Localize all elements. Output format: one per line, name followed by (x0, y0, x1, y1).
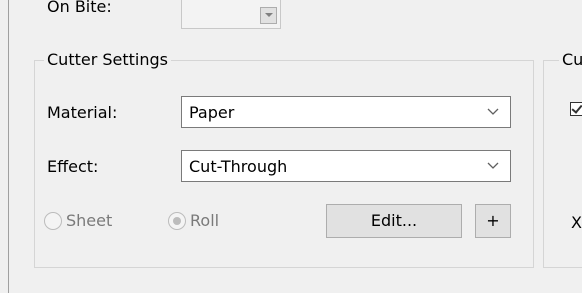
chevron-down-icon (487, 108, 499, 115)
roll-radio-label: Roll (190, 211, 220, 230)
sheet-radio-label: Sheet (66, 211, 113, 230)
effect-select-value: Cut-Through (189, 157, 288, 176)
checkbox[interactable] (570, 102, 582, 116)
edit-button[interactable]: Edit... (326, 204, 462, 238)
right-group (543, 60, 582, 268)
add-button[interactable]: + (475, 204, 511, 238)
triangle-down-icon[interactable] (260, 7, 277, 24)
material-select[interactable]: Paper (181, 96, 511, 128)
roll-radio[interactable] (168, 212, 186, 230)
material-select-value: Paper (189, 103, 235, 122)
effect-label: Effect: (47, 157, 99, 176)
panel-left-edge (8, 0, 9, 293)
sheet-radio[interactable] (44, 212, 62, 230)
right-group-row-label: X (571, 213, 582, 232)
cutter-settings-title: Cutter Settings (44, 50, 171, 70)
on-bite-field[interactable] (181, 0, 281, 29)
material-label: Material: (47, 103, 118, 122)
chevron-down-icon (487, 162, 499, 169)
right-group-title: Cu (559, 50, 582, 70)
on-bite-label: On Bite: (47, 0, 112, 16)
effect-select[interactable]: Cut-Through (181, 150, 511, 182)
